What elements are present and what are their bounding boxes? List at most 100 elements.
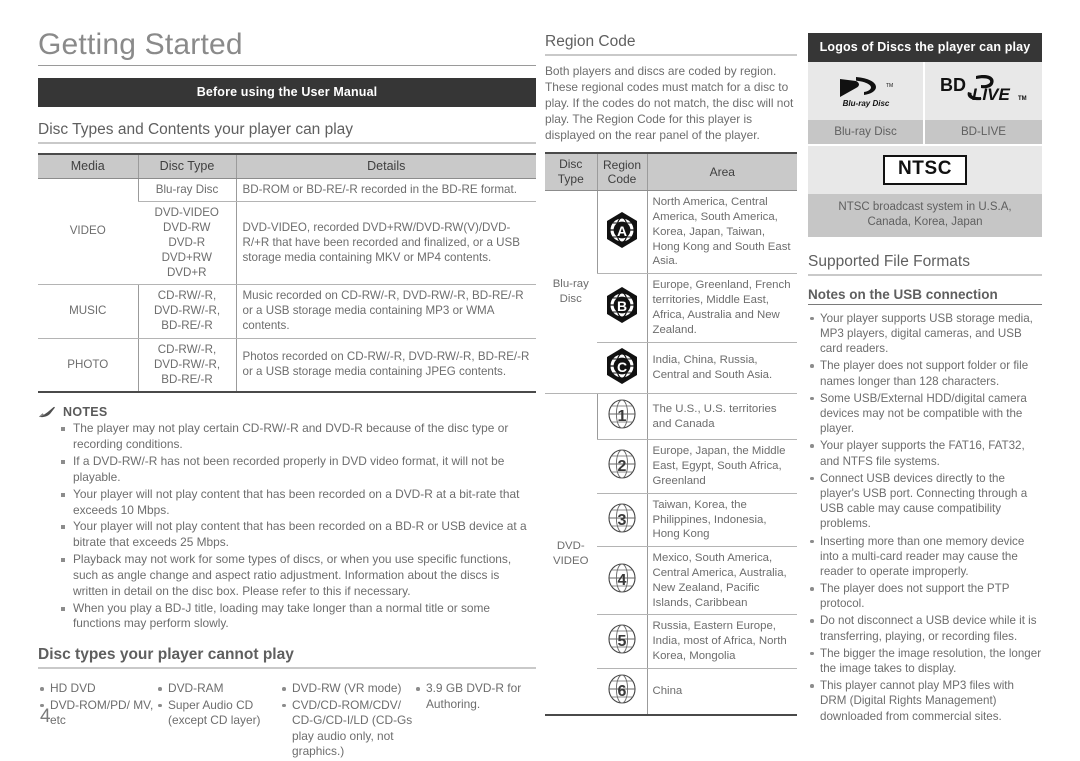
cannot-play-columns: HD DVD DVD-ROM/PD/ MV, etc DVD-RAM Super… xyxy=(38,681,536,760)
middle-column: Region Code Both players and discs are c… xyxy=(545,33,797,716)
svg-text:TM: TM xyxy=(886,83,893,89)
cannot-play-heading: Disc types your player cannot play xyxy=(38,646,536,670)
logos-banner: Logos of Discs the player can play xyxy=(808,33,1042,62)
table-header-row: Disc Type Region Code Area xyxy=(545,153,797,192)
right-column: Logos of Discs the player can play TM Bl… xyxy=(808,33,1042,726)
svg-text:LIVE: LIVE xyxy=(972,85,1010,104)
logo-image-row: TM Blu-ray Disc Blu-ray Disc BD LIVE TM … xyxy=(808,62,1042,144)
cannot-play-column-1: HD DVD DVD-ROM/PD/ MV, etc xyxy=(38,681,156,760)
region-code-number: 6 xyxy=(617,683,626,700)
cell-region-icon-a: A xyxy=(596,190,647,275)
th-region-code: Region Code xyxy=(596,153,647,192)
list-item: Your player will not play content that h… xyxy=(60,487,536,519)
list-item: Your player supports the FAT16, FAT32, a… xyxy=(808,438,1042,468)
list-item: HD DVD xyxy=(38,681,156,696)
left-column: Getting Started Before using the User Ma… xyxy=(38,28,536,761)
list-item: Your player supports USB storage media, … xyxy=(808,311,1042,357)
region-4-globe-icon: 4 xyxy=(608,563,636,593)
cell-region-icon-1: 1 xyxy=(596,393,647,441)
svg-text:Blu-ray Disc: Blu-ray Disc xyxy=(842,99,889,108)
list-item: Inserting more than one memory device in… xyxy=(808,534,1042,580)
region-2-globe-icon: 2 xyxy=(608,449,636,479)
region-5-globe-icon: 5 xyxy=(608,624,636,654)
th-disc-type: Disc Type xyxy=(545,153,597,192)
region-6-globe-icon: 6 xyxy=(608,674,636,704)
cell-region-icon-4: 4 xyxy=(597,546,647,616)
cell-region-icon-b: B xyxy=(597,273,647,343)
bdlive-logo-box: BD LIVE TM xyxy=(925,62,1042,120)
cell-disctype-photo: CD-RW/-R, DVD-RW/-R, BD-RE/-R xyxy=(137,338,236,393)
region-a-hex-globe-icon: A xyxy=(607,211,637,248)
region-code-number: 1 xyxy=(618,408,627,425)
cannot-play-column-4: 3.9 GB DVD-R for Authoring. xyxy=(414,681,534,760)
table-header-row: Media Disc Type Details xyxy=(38,153,536,179)
region-1-globe-icon: 1 xyxy=(608,399,636,429)
list-item: The bigger the image resolution, the lon… xyxy=(808,646,1042,676)
list-item: The player does not support the PTP prot… xyxy=(808,581,1042,611)
table-row: MUSIC CD-RW/-R, DVD-RW/-R, BD-RE/-R Musi… xyxy=(38,284,536,339)
list-item: The player does not support folder or fi… xyxy=(808,358,1042,388)
region-code-number: 4 xyxy=(617,572,626,589)
cell-disctype-music: CD-RW/-R, DVD-RW/-R, BD-RE/-R xyxy=(137,284,236,339)
region-3-globe-icon: 3 xyxy=(608,502,636,533)
cell-area: Europe, Japan, the Middle East, Egypt, S… xyxy=(646,439,797,494)
blu-ray-disc-logo-icon: TM Blu-ray Disc xyxy=(839,77,893,108)
list-item: The player may not play certain CD-RW/-R… xyxy=(60,421,536,453)
region-code-number: 2 xyxy=(617,458,626,475)
cell-media-video: VIDEO xyxy=(38,178,138,286)
region-c-hex-globe-icon: C xyxy=(606,347,637,384)
list-item: 3.9 GB DVD-R for Authoring. xyxy=(414,681,534,712)
cell-disc-type-bluray: Blu-ray Disc xyxy=(545,190,597,395)
cell-details-photo: Photos recorded on CD-RW/-R, DVD-RW/-R, … xyxy=(235,338,536,393)
cell-details-video: DVD-VIDEO, recorded DVD+RW/DVD-RW(V)/DVD… xyxy=(235,201,536,286)
cell-area: The U.S., U.S. territories and Canada xyxy=(646,393,797,441)
region-b-hex-globe-icon: B xyxy=(606,287,637,324)
cell-region-icon-6: 6 xyxy=(597,668,647,714)
list-item: Your player will not play content that h… xyxy=(60,519,536,551)
bluray-logo-box: TM Blu-ray Disc xyxy=(808,62,925,120)
list-item: Connect USB devices directly to the play… xyxy=(808,471,1042,532)
usb-notes-subheading: Notes on the USB connection xyxy=(808,287,1042,305)
region-code-paragraph: Both players and discs are coded by regi… xyxy=(545,64,794,143)
file-formats-heading: Supported File Formats xyxy=(808,253,1042,276)
disc-types-heading: Disc Types and Contents your player can … xyxy=(38,121,536,144)
th-area: Area xyxy=(646,153,797,192)
notes-list: The player may not play certain CD-RW/-R… xyxy=(60,421,536,632)
usb-notes-list: Your player supports USB storage media, … xyxy=(808,311,1042,724)
bd-live-logo-icon: BD LIVE TM xyxy=(940,74,1027,104)
cell-disc-type-dvd: DVD- VIDEO xyxy=(545,393,597,716)
cell-area: Mexico, South America, Central America, … xyxy=(646,546,797,616)
cell-area: India, China, Russia, Central and South … xyxy=(646,342,797,395)
cell-region-icon-2: 2 xyxy=(597,439,647,494)
list-item: Playback may not work for some types of … xyxy=(60,552,536,599)
logo-cell-bdlive: BD LIVE TM BD-LIVE xyxy=(925,62,1042,144)
list-item: If a DVD-RW/-R has not been recorded pro… xyxy=(60,454,536,486)
region-code-table: Disc Type Region Code Area Blu-ray Disc xyxy=(545,152,797,716)
table-row: VIDEO Blu-ray Disc BD-ROM or BD-RE/-R re… xyxy=(38,178,536,286)
pencil-icon xyxy=(38,407,55,418)
disc-types-table: Media Disc Type Details VIDEO Blu-ray Di… xyxy=(38,152,536,394)
region-code-letter: A xyxy=(617,223,627,239)
ntsc-caption: NTSC broadcast system in U.S.A, Canada, … xyxy=(808,194,1042,237)
cell-region-icon-3: 3 xyxy=(597,493,647,548)
notes-label: NOTES xyxy=(63,405,108,420)
page-title: Getting Started xyxy=(38,28,536,66)
logo-label-bdlive: BD-LIVE xyxy=(925,120,1042,144)
cannot-play-column-2: DVD-RAM Super Audio CD (except CD layer) xyxy=(156,681,280,760)
region-code-number: 3 xyxy=(617,512,626,529)
region-code-letter: B xyxy=(617,298,627,314)
list-item: Super Audio CD (except CD layer) xyxy=(156,698,280,729)
cell-details-bluray: BD-ROM or BD-RE/-R recorded in the BD-RE… xyxy=(235,178,536,203)
cell-media-music: MUSIC xyxy=(38,284,138,339)
svg-text:TM: TM xyxy=(1018,96,1027,102)
page-number: 4 xyxy=(40,706,51,727)
logo-label-bluray: Blu-ray Disc xyxy=(808,120,925,144)
list-item: Do not disconnect a USB device while it … xyxy=(808,613,1042,643)
list-item: This player cannot play MP3 files with D… xyxy=(808,678,1042,724)
svg-text:BD: BD xyxy=(940,75,966,95)
th-media: Media xyxy=(38,153,138,179)
cell-disctype-video: DVD-VIDEO DVD-RW DVD-R DVD+RW DVD+R xyxy=(138,201,236,286)
cell-region-icon-5: 5 xyxy=(597,614,647,669)
table-row: DVD- VIDEO 1 The U.S., U.S. territories … xyxy=(545,393,797,716)
cell-region-icon-c: C xyxy=(597,342,647,395)
